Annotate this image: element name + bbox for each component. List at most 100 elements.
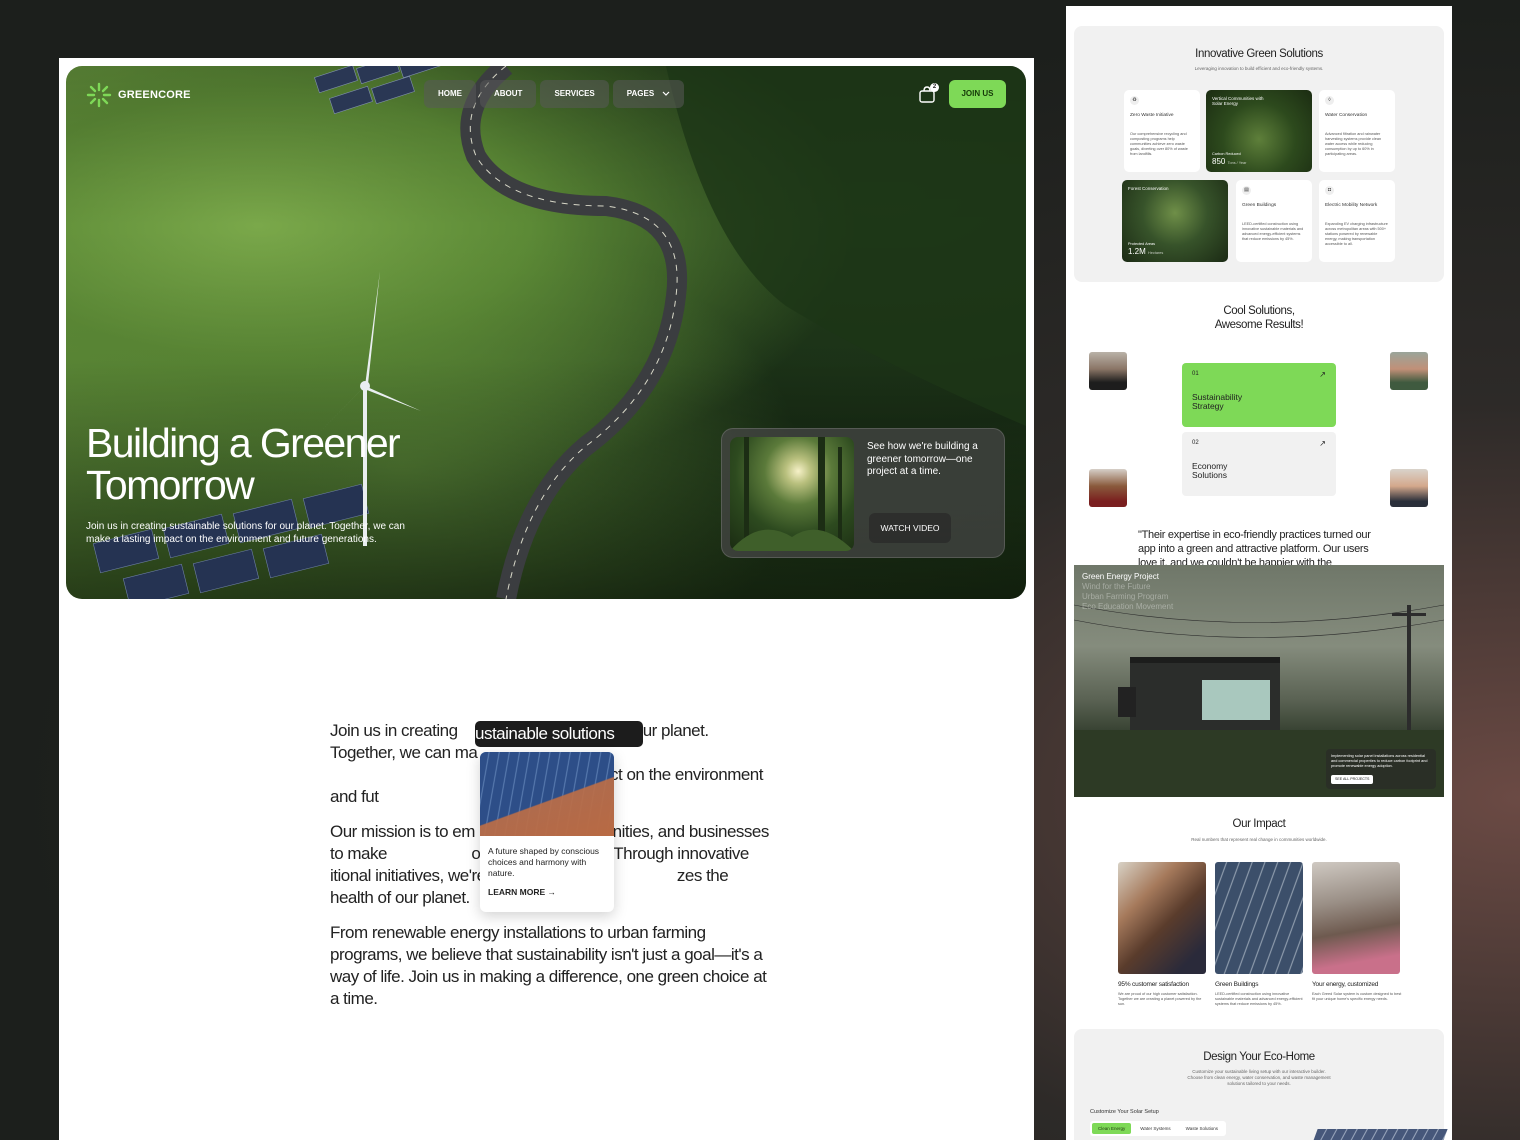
solution-card-water[interactable]: ◊ Water Conservation Advanced filtration… xyxy=(1319,90,1395,172)
join-us-button[interactable]: JOIN US xyxy=(949,80,1006,108)
solar-setup-preview xyxy=(1310,1129,1448,1140)
hero-section: GREENCORE HOME ABOUT SERVICES PAGES 2 JO… xyxy=(66,66,1026,599)
hero-subtitle: Join us in creating sustainable solution… xyxy=(86,521,405,545)
step-number: 01 xyxy=(1192,371,1199,377)
step-economy-solutions[interactable]: 02 ↗ Economy Solutions xyxy=(1182,432,1336,496)
nav-pages[interactable]: PAGES xyxy=(612,80,685,108)
image-card-stat: 850 Tons / Year xyxy=(1212,157,1246,166)
avatar xyxy=(1089,352,1127,390)
about-paragraph-3: From renewable energy installations to u… xyxy=(330,923,767,1008)
stat-value: 850 xyxy=(1212,157,1226,166)
card-desc: LEED-certified construction using innova… xyxy=(1242,222,1304,241)
video-description: See how we're building a greener tomorro… xyxy=(867,441,978,477)
forest-video-thumbnail[interactable] xyxy=(730,437,854,551)
card-title: Zero Waste Initiative xyxy=(1130,113,1174,118)
cart-button[interactable]: 2 xyxy=(918,83,939,104)
tab-clean-energy[interactable]: Clean Energy xyxy=(1092,1123,1132,1134)
landing-page-right: Innovative Green Solutions Leveraging in… xyxy=(1066,6,1452,1140)
stat-unit: Hectares xyxy=(1148,251,1164,255)
card-desc: Our comprehensive recycling and composti… xyxy=(1130,132,1188,156)
learn-more-link[interactable]: LEARN MORE → xyxy=(480,879,614,897)
step-sustainability-strategy[interactable]: 01 ↗ Sustainability Strategy xyxy=(1182,363,1336,427)
project-info-text: Implementing solar panel installations a… xyxy=(1331,754,1428,768)
brand-name: GREENCORE xyxy=(118,89,191,101)
eco-home-subtitle: Customize your sustainable living setup … xyxy=(1187,1069,1331,1086)
impact-item-desc: Each Greed Solar system is custom design… xyxy=(1312,992,1402,1001)
tab-water-systems[interactable]: Water Systems xyxy=(1134,1123,1176,1134)
image-card-stat: 1.2M Hectares xyxy=(1128,247,1163,256)
stat-unit: Tons / Year xyxy=(1227,161,1247,165)
image-card-forest[interactable]: Forest Conservation Protected Areas 1.2M… xyxy=(1122,180,1228,262)
step-label: Economy Solutions xyxy=(1192,461,1228,480)
impact-image-solar-panel xyxy=(1215,862,1303,974)
card-title: Water Conservation xyxy=(1325,113,1368,118)
about-p1-start: Join us in creating xyxy=(330,721,462,740)
nav-about-label: ABOUT xyxy=(494,89,523,98)
floating-solar-card[interactable]: A future shaped by conscious choices and… xyxy=(480,752,614,912)
forest-trees-illustration xyxy=(730,437,854,551)
step-label: Sustainability Strategy xyxy=(1192,392,1243,411)
impact-image-worker xyxy=(1312,862,1400,974)
card-title: Electric Mobility Network xyxy=(1325,203,1378,208)
eco-home-section: Design Your Eco-Home Customize your sust… xyxy=(1074,1029,1448,1140)
cart-badge: 2 xyxy=(930,83,939,92)
card-title: Green Buildings xyxy=(1242,203,1277,208)
avatar xyxy=(1390,469,1428,507)
water-drop-icon: ◊ xyxy=(1325,96,1334,105)
eco-home-title: Design Your Eco-Home xyxy=(1203,1051,1315,1063)
impact-subtitle: Real numbers that represent real change … xyxy=(1191,837,1327,842)
card-desc: Expanding EV charging infrastructure acr… xyxy=(1325,222,1388,246)
highlighted-phrase: ustainable solutions xyxy=(475,721,643,747)
image-card-label: Vertical Communities with Solar Energy xyxy=(1212,96,1264,106)
solutions-subtitle: Leveraging innovation to build efficient… xyxy=(1194,66,1324,71)
impact-item-desc: We are proud of our high customer satisf… xyxy=(1118,992,1202,1006)
green-solutions-section: Innovative Green Solutions Leveraging in… xyxy=(1074,26,1444,282)
impact-item: 95% customer satisfaction We are proud o… xyxy=(1118,981,1208,1007)
project-tab[interactable]: Urban Farming Program xyxy=(1082,592,1173,602)
nav-links: HOME ABOUT SERVICES PAGES xyxy=(424,80,685,108)
nav-services[interactable]: SERVICES xyxy=(540,80,609,108)
arrow-up-right-icon: ↗ xyxy=(1319,370,1326,379)
testimonial-quote: "Their expertise in eco-friendly practic… xyxy=(1138,529,1371,565)
project-tabs: Green Energy Project Wind for the Future… xyxy=(1082,572,1173,612)
impact-item: Green Buildings LEED-certified construct… xyxy=(1215,981,1305,1007)
image-card-vertical-communities[interactable]: Vertical Communities with Solar Energy C… xyxy=(1206,90,1312,172)
solution-card-zero-waste[interactable]: ♻ Zero Waste Initiative Our comprehensiv… xyxy=(1124,90,1200,172)
floating-card-text: A future shaped by conscious choices and… xyxy=(488,846,600,878)
recycle-icon: ♻ xyxy=(1130,96,1139,105)
video-card: See how we're building a greener tomorro… xyxy=(721,428,1005,558)
impact-item-desc: LEED-certified construction using innova… xyxy=(1215,992,1303,1006)
project-tab[interactable]: Wind for the Future xyxy=(1082,582,1173,592)
tab-waste-solutions[interactable]: Waste Solutions xyxy=(1180,1123,1224,1134)
see-all-projects-button[interactable]: SEE ALL PROJECTS xyxy=(1331,775,1374,784)
arrow-up-right-icon: ↗ xyxy=(1319,439,1326,448)
avatar xyxy=(1089,469,1127,507)
nav-services-label: SERVICES xyxy=(554,89,595,98)
sunburst-logo-icon xyxy=(86,82,112,108)
impact-item: Your energy, customized Each Greed Solar… xyxy=(1312,981,1402,1002)
card-desc: Advanced filtration and rainwater harves… xyxy=(1325,132,1382,156)
solution-card-green-buildings[interactable]: ▤ Green Buildings LEED-certified constru… xyxy=(1236,180,1312,262)
solutions-title: Innovative Green Solutions xyxy=(1195,48,1323,60)
stat-value: 1.2M xyxy=(1128,247,1146,256)
avatar xyxy=(1390,352,1428,390)
eco-home-tabs: Clean Energy Water Systems Waste Solutio… xyxy=(1090,1121,1226,1136)
nav-pages-label: PAGES xyxy=(626,89,655,98)
impact-image-team xyxy=(1118,862,1206,974)
hero-title: Building a Greener Tomorrow xyxy=(86,420,401,508)
nav-home[interactable]: HOME xyxy=(424,80,476,108)
image-card-stat-label: Carbon Reduced xyxy=(1212,152,1241,156)
project-info-card: Implementing solar panel installations a… xyxy=(1326,749,1436,789)
solution-card-electric-mobility[interactable]: ◘ Electric Mobility Network Expanding EV… xyxy=(1319,180,1395,262)
impact-item-title: Your energy, customized xyxy=(1312,981,1379,988)
chevron-down-icon xyxy=(662,91,670,96)
nav-about[interactable]: ABOUT xyxy=(480,80,537,108)
nav-home-label: HOME xyxy=(438,89,462,98)
car-icon: ◘ xyxy=(1325,186,1334,195)
brand-logo[interactable]: GREENCORE xyxy=(86,82,191,108)
project-tab-active[interactable]: Green Energy Project xyxy=(1082,572,1173,582)
watch-video-button[interactable]: WATCH VIDEO xyxy=(869,513,951,543)
project-tab[interactable]: Eco Education Movement xyxy=(1082,602,1173,612)
step-number: 02 xyxy=(1192,440,1199,446)
impact-title: Our Impact xyxy=(1232,818,1286,830)
